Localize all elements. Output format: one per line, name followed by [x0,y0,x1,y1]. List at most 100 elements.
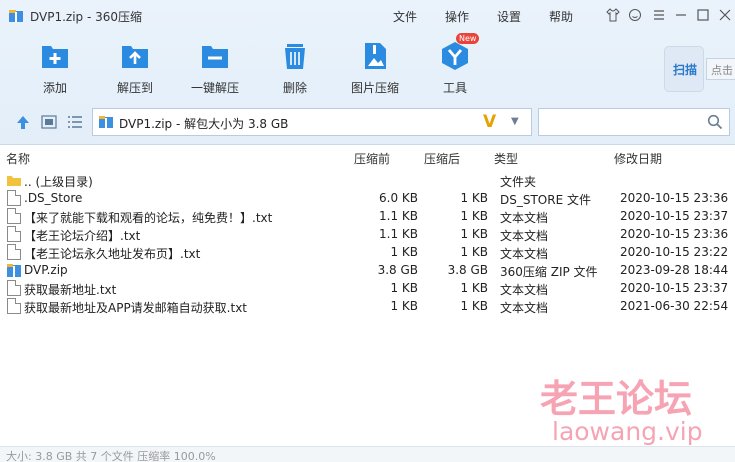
file-name: 【老王论坛永久地址发布页】.txt [24,247,201,261]
file-name: 获取最新地址及APP请发邮箱自动获取.txt [24,301,248,315]
column-header-date[interactable]: 修改日期 [614,150,662,167]
extract-to-label: 解压到 [116,81,153,95]
zip-app-icon [9,10,23,22]
file-compressed-size: 1 KB [390,245,418,259]
file-name: DVP.zip [24,263,68,277]
one-click-extract-label: 一键解压 [190,81,239,95]
text-file-icon [7,208,21,224]
maximize-icon[interactable] [694,6,712,24]
tools-icon [442,42,468,70]
file-row[interactable]: 获取最新地址及APP请发邮箱自动获取.txt 1 KB 1 KB 文本文档 20… [0,297,735,315]
extract-to-icon [122,46,148,68]
image-compress-button[interactable]: 图片压缩 [340,40,410,100]
file-original-size: 1 KB [460,191,488,205]
file-compressed-size: 1.1 KB [379,209,418,223]
add-button[interactable]: 添加 [20,40,90,100]
delete-icon [285,44,305,69]
watermark-title: 老王论坛 [540,377,693,421]
file-name: 获取最新地址.txt [24,283,117,297]
v-logo-icon[interactable]: V [483,112,496,132]
file-name: 【来了就能下载和观看的论坛，纯免费！】.txt [24,211,273,225]
file-compressed-size: 1 KB [390,281,418,295]
scan-button[interactable]: 扫描 [664,46,704,92]
add-icon [42,46,68,68]
archive-window: DVP1.zip - 360压缩 文件 操作 设置 帮助 添加 解压到 一键解压… [0,0,735,462]
address-bar[interactable]: DVP1.zip - 解包大小为 3.8 GB V ▼ [92,108,532,136]
address-text: DVP1.zip - 解包大小为 3.8 GB [119,117,289,131]
text-file-icon [7,226,21,242]
image-compress-label: 图片压缩 [350,81,399,95]
zip-file-icon [99,116,113,128]
file-row[interactable]: .DS_Store 6.0 KB 1 KB DS_STORE 文件 2020-1… [0,189,735,207]
file-type: 文本文档 [500,301,549,315]
scan-hint: 点击 [706,58,735,80]
file-compressed-size: 3.8 GB [377,263,418,277]
text-file-icon [7,280,21,296]
delete-button[interactable]: 删除 [260,40,330,100]
tools-label: 工具 [442,81,467,95]
file-original-size: 1 KB [460,299,488,313]
file-row[interactable]: 【来了就能下载和观看的论坛，纯免费！】.txt 1.1 KB 1 KB 文本文档… [0,207,735,225]
file-row[interactable]: 【老王论坛永久地址发布页】.txt 1 KB 1 KB 文本文档 2020-10… [0,243,735,261]
extract-to-button[interactable]: 解压到 [100,40,170,100]
file-row[interactable]: 获取最新地址.txt 1 KB 1 KB 文本文档 2020-10-15 23:… [0,279,735,297]
file-row[interactable]: .. (上级目录) 文件夹 [0,171,735,189]
column-header-name[interactable]: 名称 [6,150,30,167]
file-type: 文本文档 [500,211,549,225]
column-header-original[interactable]: 压缩后 [424,150,460,167]
file-type: 360压缩 ZIP 文件 [500,265,598,279]
folder-icon [7,176,21,186]
file-type: 文本文档 [500,247,549,261]
minimize-icon[interactable] [672,6,690,24]
file-compressed-size: 1 KB [390,299,418,313]
feedback-icon[interactable] [626,6,644,24]
list-view-icon[interactable] [66,114,84,130]
file-type: DS_STORE 文件 [500,193,591,207]
file-original-size: 3.8 GB [447,263,488,277]
zip-icon [7,264,21,277]
menu-operate[interactable]: 操作 [445,8,469,25]
file-row[interactable]: DVP.zip 3.8 GB 3.8 GB 360压缩 ZIP 文件 2023-… [0,261,735,279]
menu-icon[interactable] [650,6,668,24]
titlebar: DVP1.zip - 360压缩 文件 操作 设置 帮助 [0,0,735,32]
file-date: 2023-09-28 18:44 [620,263,729,277]
up-arrow-icon[interactable] [14,114,32,130]
file-name: .DS_Store [24,191,83,205]
search-icon[interactable] [707,114,723,130]
scan-label: 扫描 [672,63,697,77]
column-header-type[interactable]: 类型 [494,150,518,167]
file-date: 2020-10-15 23:37 [620,281,729,295]
file-name: 【老王论坛介绍】.txt [24,229,141,243]
tools-button[interactable]: 工具 [420,40,490,100]
menu-help[interactable]: 帮助 [549,8,573,25]
watermark-url: laowang.vip [552,417,703,446]
file-type: 文本文档 [500,229,549,243]
file-date: 2020-10-15 23:22 [620,245,729,259]
file-compressed-size: 6.0 KB [379,191,418,205]
file-original-size: 1 KB [460,245,488,259]
file-date: 2020-10-15 23:36 [620,191,729,205]
close-icon[interactable] [716,6,734,24]
delete-label: 删除 [282,81,307,95]
text-file-icon [7,244,21,260]
file-type: 文本文档 [500,283,549,297]
menu-settings[interactable]: 设置 [497,8,521,25]
file-name: .. (上级目录) [24,175,93,189]
skin-icon[interactable] [604,6,622,24]
file-original-size: 1 KB [460,227,488,241]
file-original-size: 1 KB [460,281,488,295]
file-original-size: 1 KB [460,209,488,223]
file-compressed-size: 1.1 KB [379,227,418,241]
thumbnail-view-icon[interactable] [40,114,58,130]
status-bar: 大小: 3.8 GB 共 7 个文件 压缩率 100.0% [0,446,735,462]
file-row[interactable]: 【老王论坛介绍】.txt 1.1 KB 1 KB 文本文档 2020-10-15… [0,225,735,243]
menu-file[interactable]: 文件 [393,8,417,25]
column-header-compressed[interactable]: 压缩前 [354,150,390,167]
one-click-extract-button[interactable]: 一键解压 [180,40,250,100]
file-type: 文件夹 [500,175,537,189]
file-date: 2020-10-15 23:36 [620,227,729,241]
file-date: 2021-06-30 22:54 [620,299,729,313]
file-icon [7,190,21,206]
dropdown-arrow-icon[interactable]: ▼ [511,116,519,127]
search-input[interactable] [538,108,730,136]
